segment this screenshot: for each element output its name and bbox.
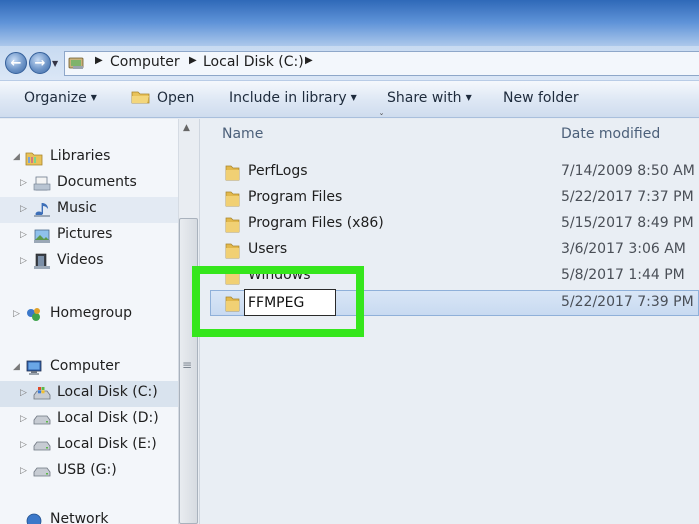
nav-label-documents: Documents [57, 174, 137, 190]
include-in-library-button[interactable]: Include in library ▼ [229, 90, 357, 106]
nav-item-libraries[interactable]: ◢ Libraries [0, 145, 178, 171]
chevron-down-icon: ▼ [350, 93, 357, 102]
collapsed-triangle-icon[interactable]: ▷ [20, 204, 27, 214]
file-date: 5/22/2017 7:39 PM [561, 294, 694, 310]
share-with-button[interactable]: Share with ▼ [387, 90, 472, 106]
file-date: 5/8/2017 1:44 PM [561, 267, 685, 283]
nav-label-local-disk-d: Local Disk (D:) [57, 410, 159, 426]
new-folder-button[interactable]: New folder [503, 90, 579, 106]
expanded-triangle-icon[interactable]: ◢ [13, 362, 20, 372]
folder-icon [225, 191, 240, 207]
nav-item-videos[interactable]: ▷ Videos [0, 249, 178, 275]
rename-input[interactable] [244, 289, 336, 316]
file-name: Program Files (x86) [248, 215, 384, 231]
breadcrumb-separator-icon[interactable]: ▶ [189, 55, 197, 66]
column-header-name[interactable]: Name [222, 126, 263, 142]
nav-label-local-disk-e: Local Disk (E:) [57, 436, 157, 452]
nav-label-local-disk-c: Local Disk (C:) [57, 384, 158, 400]
computer-icon [26, 360, 42, 375]
file-name: Windows [248, 267, 311, 283]
open-button[interactable]: Open [157, 90, 194, 106]
chevron-down-icon: ▼ [90, 93, 97, 102]
folder-icon [225, 296, 240, 312]
nav-item-computer[interactable]: ◢ Computer [0, 355, 178, 381]
scroll-grip-icon: ≡ [182, 358, 193, 372]
file-row[interactable]: Users 3/6/2017 3:06 AM [210, 238, 699, 264]
include-in-library-label: Include in library [229, 90, 347, 106]
file-date: 5/15/2017 8:49 PM [561, 215, 694, 231]
nav-label-homegroup: Homegroup [50, 305, 133, 321]
column-header-date-modified[interactable]: Date modified [561, 126, 660, 142]
file-date: 3/6/2017 3:06 AM [561, 241, 686, 257]
nav-label-network: Network [50, 511, 109, 524]
nav-label-libraries: Libraries [50, 148, 111, 164]
collapsed-triangle-icon[interactable]: ▷ [20, 256, 27, 266]
folder-icon [225, 217, 240, 233]
hard-drive-icon [33, 415, 51, 425]
file-name: Program Files [248, 189, 343, 205]
window-title-bar [0, 0, 699, 50]
network-icon [26, 513, 42, 524]
back-button[interactable]: ← [5, 52, 27, 74]
nav-item-local-disk-c[interactable]: ▷ Local Disk (C:) [0, 381, 178, 407]
collapsed-triangle-icon[interactable]: ▷ [20, 230, 27, 240]
computer-location-icon [68, 57, 84, 69]
collapsed-triangle-icon[interactable]: ▷ [20, 178, 27, 188]
file-row[interactable]: Program Files (x86) 5/15/2017 8:49 PM [210, 212, 699, 238]
nav-item-music[interactable]: ▷ Music [0, 197, 178, 223]
nav-item-pictures[interactable]: ▷ Pictures [0, 223, 178, 249]
file-name: PerfLogs [248, 163, 308, 179]
homegroup-icon [27, 308, 40, 321]
file-name: Users [248, 241, 288, 257]
nav-item-network[interactable]: Network [0, 510, 178, 524]
organize-label: Organize [24, 90, 87, 106]
file-row[interactable]: Windows 5/8/2017 1:44 PM [210, 264, 699, 290]
breadcrumb-computer[interactable]: Computer [110, 54, 180, 70]
folder-icon [225, 269, 240, 285]
nav-item-local-disk-e[interactable]: ▷ Local Disk (E:) [0, 433, 178, 459]
sort-indicator-icon: ˇ [379, 113, 384, 124]
breadcrumb-separator-icon[interactable]: ▶ [95, 55, 103, 66]
recent-pages-dropdown-icon[interactable]: ▼ [52, 60, 60, 68]
file-row[interactable]: Program Files 5/22/2017 7:37 PM [210, 186, 699, 212]
nav-label-computer: Computer [50, 358, 120, 374]
hard-drive-icon [33, 441, 51, 451]
music-icon [34, 203, 50, 217]
videos-icon [34, 253, 50, 269]
forward-button[interactable]: → [29, 52, 51, 74]
nav-item-documents[interactable]: ▷ Documents [0, 171, 178, 197]
nav-label-usb-g: USB (G:) [57, 462, 117, 478]
system-drive-icon [33, 387, 51, 400]
library-icon [25, 152, 43, 166]
forward-arrow-icon: → [34, 55, 46, 71]
breadcrumb-separator-icon[interactable]: ▶ [305, 55, 313, 66]
pictures-icon [34, 229, 50, 243]
chevron-down-icon: ▼ [465, 93, 472, 102]
expanded-triangle-icon[interactable]: ◢ [13, 152, 20, 162]
collapsed-triangle-icon[interactable]: ▷ [20, 414, 27, 424]
collapsed-triangle-icon[interactable]: ▷ [20, 388, 27, 398]
nav-label-music: Music [57, 200, 97, 216]
nav-label-videos: Videos [57, 252, 104, 268]
nav-item-local-disk-d[interactable]: ▷ Local Disk (D:) [0, 407, 178, 433]
share-with-label: Share with [387, 90, 462, 106]
breadcrumb-local-disk-c[interactable]: Local Disk (C:) [203, 54, 304, 70]
back-arrow-icon: ← [10, 55, 22, 71]
file-row[interactable]: PerfLogs 7/14/2009 8:50 AM [210, 160, 699, 186]
folder-icon [225, 243, 240, 259]
nav-item-usb-g[interactable]: ▷ USB (G:) [0, 459, 178, 485]
collapsed-triangle-icon[interactable]: ▷ [20, 440, 27, 450]
file-date: 7/14/2009 8:50 AM [561, 163, 695, 179]
folder-icon [225, 165, 240, 181]
file-date: 5/22/2017 7:37 PM [561, 189, 694, 205]
organize-button[interactable]: Organize ▼ [24, 90, 97, 106]
nav-item-homegroup[interactable]: ▷ Homegroup [0, 302, 178, 328]
open-folder-icon [131, 91, 150, 104]
collapsed-triangle-icon[interactable]: ▷ [20, 466, 27, 476]
collapsed-triangle-icon[interactable]: ▷ [13, 309, 20, 319]
scroll-up-arrow-icon[interactable]: ▲ [183, 123, 190, 133]
usb-drive-icon [33, 467, 51, 477]
documents-icon [33, 176, 51, 191]
nav-label-pictures: Pictures [57, 226, 113, 242]
